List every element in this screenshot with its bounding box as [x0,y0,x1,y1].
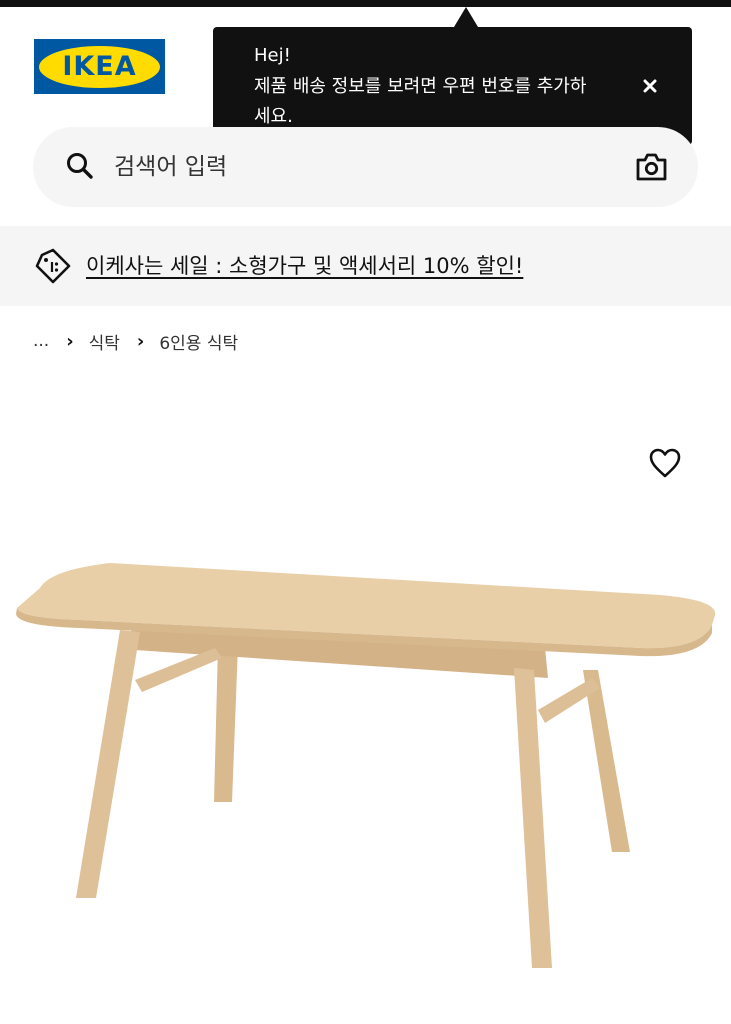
promo-link[interactable]: 이케사는 세일 : 소형가구 및 액세서리 10% 할인! [86,250,523,280]
breadcrumb-dining-tables[interactable]: 식탁 [89,329,120,354]
tooltip-message: 제품 배송 정보를 보려면 우편 번호를 추가하세요. [254,76,587,127]
tooltip-title: Hej! [254,45,291,66]
product-image[interactable] [0,540,731,980]
chevron-right-icon: › [66,330,74,352]
chevron-right-icon: › [136,330,145,352]
tooltip-arrow [454,7,478,27]
search-bar[interactable] [33,127,698,207]
breadcrumb-6-seat-tables[interactable]: 6인용 식탁 [159,329,238,354]
search-icon[interactable] [65,151,95,181]
close-icon[interactable] [637,73,663,99]
breadcrumb: ... › 식탁 › 6인용 식탁 [33,329,238,354]
table-stretcher-left [135,648,222,692]
camera-icon[interactable] [635,151,668,182]
promo-banner: 이케사는 세일 : 소형가구 및 액세서리 10% 할인! [0,226,731,306]
logo-text: IKEA [62,51,137,82]
top-strip [0,0,731,7]
breadcrumb-ellipsis[interactable]: ... [33,331,49,351]
ikea-logo[interactable]: IKEA [34,39,165,94]
table-leg-back-right [583,670,630,852]
price-tag-icon [35,248,71,284]
search-input[interactable] [114,147,594,187]
heart-icon[interactable] [648,447,682,479]
table-leg-front-left [76,630,140,898]
table-leg-back-left [214,645,238,802]
logo-oval: IKEA [39,45,160,88]
